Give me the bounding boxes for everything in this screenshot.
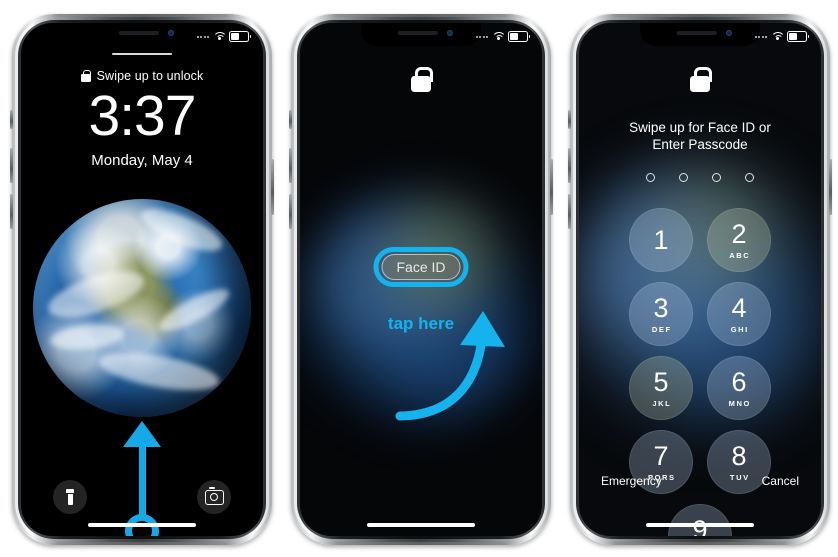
- phone-1-lock-screen: Swipe up to unlock 3:37 Monday, May 4: [10, 14, 274, 545]
- key-number: 3: [653, 292, 669, 323]
- battery-icon: [787, 31, 809, 42]
- passcode-dots: [579, 173, 821, 182]
- earth-wallpaper: [33, 199, 251, 417]
- volume-up-button[interactable]: [10, 148, 13, 183]
- phone-2-face-id-screen: Face ID tap here: [289, 14, 553, 545]
- keypad-key-9[interactable]: 9 WXYZ: [668, 504, 732, 536]
- passcode-bottom-actions: Emergency Cancel: [579, 474, 821, 488]
- key-letters: ABC: [729, 250, 751, 260]
- volume-up-button[interactable]: [568, 148, 571, 183]
- keypad-key-5[interactable]: 5 JKL: [629, 356, 693, 420]
- emergency-button[interactable]: Emergency: [601, 474, 662, 488]
- lock-screen-date: Monday, May 4: [91, 152, 193, 169]
- front-camera-icon: [168, 30, 174, 36]
- curved-arrow-annotation: [395, 311, 505, 421]
- earpiece-speaker: [676, 31, 717, 35]
- swipe-hint-label: Swipe up to unlock: [96, 69, 204, 83]
- front-camera-icon: [726, 30, 732, 36]
- passcode-dot: [745, 173, 754, 182]
- signal-dots-icon: [754, 35, 767, 38]
- camera-button[interactable]: [197, 480, 231, 514]
- notch: [640, 23, 760, 46]
- silent-switch[interactable]: [568, 110, 571, 129]
- key-letters: JKL: [652, 398, 672, 408]
- key-letters: DEF: [651, 324, 672, 334]
- volume-down-button[interactable]: [289, 194, 292, 229]
- passcode-dot: [646, 173, 655, 182]
- key-letters: GHI: [730, 324, 749, 334]
- phone-3-screen: Swipe up for Face ID or Enter Passcode 1…: [579, 23, 821, 536]
- cancel-button[interactable]: Cancel: [762, 474, 799, 488]
- lock-closed-icon: [80, 70, 91, 82]
- keypad-key-2[interactable]: 2 ABC: [707, 208, 771, 272]
- phone-2-screen: Face ID tap here: [300, 23, 542, 536]
- lock-screen-clock: 3:37: [88, 84, 197, 148]
- passcode-dot: [712, 173, 721, 182]
- power-button[interactable]: [829, 159, 832, 215]
- passcode-dot: [679, 173, 688, 182]
- home-indicator[interactable]: [646, 523, 754, 527]
- phone-3-passcode-screen: Swipe up for Face ID or Enter Passcode 1…: [568, 14, 832, 545]
- phone-1-screen: Swipe up to unlock 3:37 Monday, May 4: [21, 23, 263, 536]
- key-number: 2: [731, 218, 747, 249]
- volume-down-button[interactable]: [10, 194, 13, 229]
- wifi-icon: [213, 32, 227, 41]
- key-letters: MNO: [728, 398, 751, 408]
- flashlight-button[interactable]: [53, 480, 87, 514]
- key-number: 6: [731, 366, 747, 397]
- key-number: 1: [653, 224, 669, 255]
- flashlight-icon: [66, 489, 74, 505]
- signal-dots-icon: [196, 35, 209, 38]
- status-bar: [754, 31, 809, 42]
- battery-icon: [229, 31, 251, 42]
- notch-underline: [112, 53, 172, 55]
- silent-switch[interactable]: [10, 110, 13, 129]
- swipe-hint-row: Swipe up to unlock: [21, 69, 263, 83]
- power-button[interactable]: [550, 159, 553, 215]
- passcode-hint: Swipe up for Face ID or Enter Passcode: [579, 119, 821, 153]
- swipe-up-arrow-annotation: [123, 421, 161, 536]
- key-number: 8: [731, 440, 747, 471]
- keypad-key-4[interactable]: 4 GHI: [707, 282, 771, 346]
- home-indicator[interactable]: [88, 523, 196, 527]
- key-number: 4: [731, 292, 747, 323]
- power-button[interactable]: [271, 159, 274, 215]
- lock-closed-icon: [690, 67, 712, 92]
- passcode-hint-line2: Enter Passcode: [652, 137, 748, 152]
- keypad-key-3[interactable]: 3 DEF: [629, 282, 693, 346]
- volume-down-button[interactable]: [568, 194, 571, 229]
- status-bar: [196, 31, 251, 42]
- key-number: 7: [653, 440, 669, 471]
- keypad-key-6[interactable]: 6 MNO: [707, 356, 771, 420]
- silent-switch[interactable]: [289, 110, 292, 129]
- earpiece-speaker: [118, 31, 159, 35]
- key-number: 5: [653, 366, 669, 397]
- volume-up-button[interactable]: [289, 148, 292, 183]
- notch: [82, 23, 202, 46]
- camera-icon: [204, 486, 224, 505]
- passcode-hint-line1: Swipe up for Face ID or: [629, 120, 771, 135]
- wifi-icon: [771, 32, 785, 41]
- keypad-key-1[interactable]: 1: [629, 208, 693, 272]
